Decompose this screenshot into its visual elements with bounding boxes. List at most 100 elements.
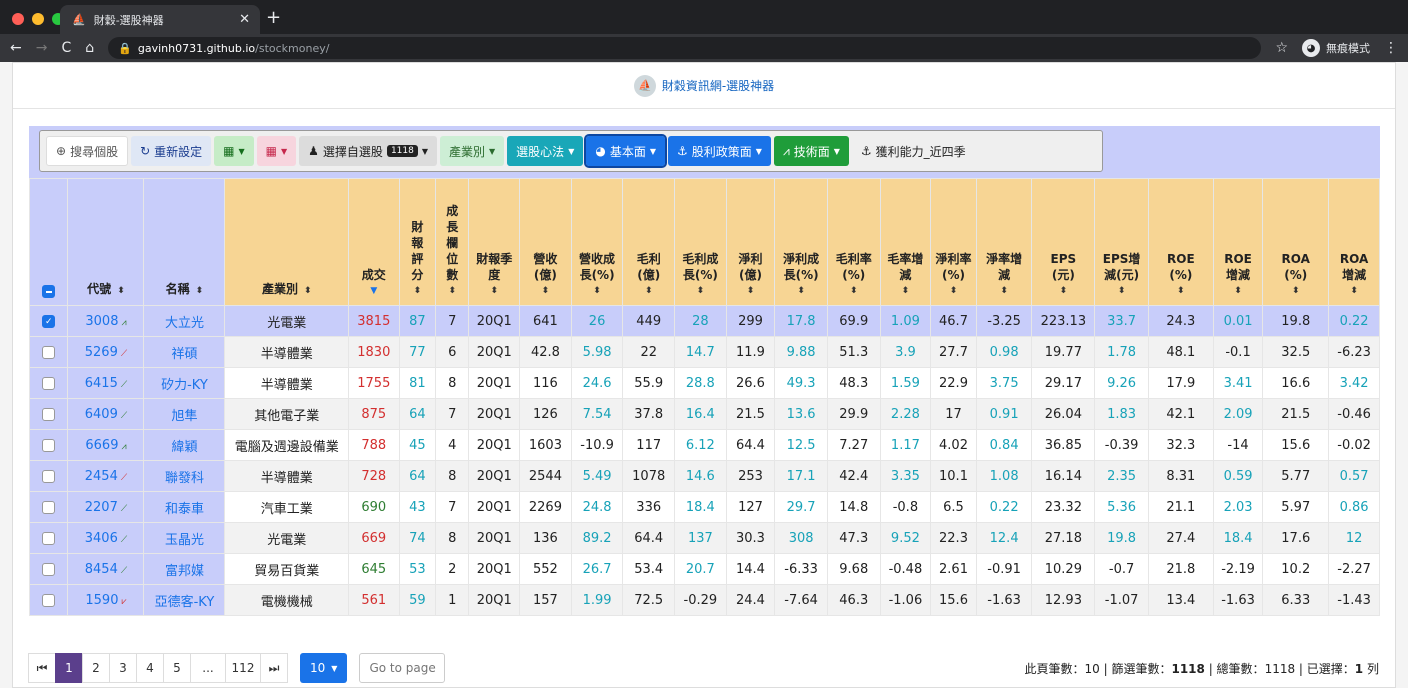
column-header[interactable]: ROA(%) ⬍: [1262, 178, 1330, 306]
table-cell[interactable]: 聯發科: [143, 460, 226, 492]
stock-name-link[interactable]: 聯發科: [165, 471, 204, 486]
stock-code-link[interactable]: 3406: [85, 531, 118, 546]
table-cell[interactable]: 緯穎: [143, 429, 226, 461]
dividend-dropdown[interactable]: ⚓ 股利政策面 ▼: [668, 136, 771, 166]
page-number-button[interactable]: 4: [136, 653, 164, 683]
table-cell[interactable]: 6415 ⟋: [67, 367, 145, 399]
row-checkbox[interactable]: [42, 407, 56, 421]
table-cell[interactable]: 3406 ⟋: [67, 522, 145, 554]
row-checkbox-cell[interactable]: [28, 491, 69, 523]
row-checkbox-cell[interactable]: [28, 522, 69, 554]
table-row[interactable]: 6409 ⟋ 旭隼 其他電子業 875 64 7 20Q1 126 7.54 37.8 16.4 21.…: [28, 398, 1380, 430]
stock-name-link[interactable]: 祥碩: [171, 347, 197, 362]
column-header[interactable]: 成長欄位數 ⬍: [435, 178, 470, 306]
stock-code-link[interactable]: 6669: [85, 438, 118, 453]
table-row[interactable]: 8454 ⟋ 富邦媒 貿易百貨業 645 53 2 20Q1 552 26.7 53.4 20.7 14…: [28, 553, 1380, 585]
row-checkbox-cell[interactable]: [28, 336, 69, 368]
column-header[interactable]: 毛利成長(%) ⬍: [674, 178, 727, 306]
column-header[interactable]: ROE增減 ⬍: [1212, 178, 1264, 306]
table-cell[interactable]: 和泰車: [143, 491, 226, 523]
page-number-button[interactable]: 5: [163, 653, 191, 683]
column-header[interactable]: 毛利率(%) ⬍: [826, 178, 881, 306]
table-row[interactable]: 2454 ⟋ 聯發科 半導體業 728 64 8 20Q1 2544 5.49 1078 14.6 25…: [28, 460, 1380, 492]
row-checkbox-cell[interactable]: [28, 367, 69, 399]
stock-name-link[interactable]: 大立光: [165, 316, 204, 331]
row-checkbox-cell[interactable]: [28, 398, 69, 430]
table-row[interactable]: 5269 ⟋ 祥碩 半導體業 1830 77 6 20Q1 42.8 5.98 22 14.7 11.9…: [28, 336, 1380, 368]
column-header[interactable]: 毛率增減 ⬍: [879, 178, 932, 306]
column-header[interactable]: 產業別 ⬍: [224, 178, 349, 306]
table-cell[interactable]: 5269 ⟋: [67, 336, 145, 368]
table-cell[interactable]: 2454 ⟋: [67, 460, 145, 492]
table-cell[interactable]: 旭隼: [143, 398, 226, 430]
row-checkbox[interactable]: [42, 376, 56, 390]
column-header[interactable]: 名稱 ⬍: [143, 178, 226, 306]
table-cell[interactable]: 富邦媒: [143, 553, 226, 585]
url-field[interactable]: 🔒 gavinh0731.github.io/stockmoney/: [108, 37, 1262, 59]
table-row[interactable]: ✓ 3008 ⩘ 大立光 光電業 3815 87 7 20Q1 641 26 449 28 299 17.8…: [28, 305, 1380, 337]
stock-name-link[interactable]: 和泰車: [165, 502, 204, 517]
column-header[interactable]: 營收(億) ⬍: [519, 178, 572, 306]
search-stock-button[interactable]: ⊕ 搜尋個股: [46, 136, 129, 166]
column-header[interactable]: 代號 ⬍: [67, 178, 145, 306]
column-header[interactable]: 淨率增減 ⬍: [975, 178, 1033, 306]
stock-code-link[interactable]: 6409: [85, 407, 118, 422]
tab-close-icon[interactable]: ✕: [239, 12, 250, 27]
remove-calendar-dropdown[interactable]: ▦ ▼: [256, 136, 297, 166]
stock-code-link[interactable]: 8454: [85, 562, 118, 577]
select-all-checkbox[interactable]: [42, 285, 56, 298]
last-page-button[interactable]: ⏭: [260, 653, 288, 683]
table-cell[interactable]: 亞德客-KY: [143, 584, 226, 616]
table-cell[interactable]: 8454 ⟋: [67, 553, 145, 585]
watchlist-dropdown[interactable]: ♟ 選擇自選股 1118 ▼: [299, 136, 437, 166]
stock-name-link[interactable]: 旭隼: [171, 409, 197, 424]
table-cell[interactable]: 1590 ⩗: [67, 584, 145, 616]
row-checkbox[interactable]: ✓: [42, 314, 56, 328]
table-row[interactable]: 1590 ⩗ 亞德客-KY 電機機械 561 59 1 20Q1 157 1.99 72.5 -0.2…: [28, 584, 1380, 616]
incognito-indicator[interactable]: ◕ 無痕模式: [1302, 39, 1370, 57]
add-calendar-dropdown[interactable]: ▦ ▼: [214, 136, 254, 166]
stock-code-link[interactable]: 5269: [85, 345, 118, 360]
first-page-button[interactable]: ⏮: [28, 653, 56, 683]
table-cell[interactable]: 矽力-KY: [143, 367, 226, 399]
column-header[interactable]: 毛利(億) ⬍: [622, 178, 676, 306]
stock-name-link[interactable]: 矽力-KY: [161, 378, 208, 393]
table-row[interactable]: 3406 ⟋ 玉晶光 光電業 669 74 8 20Q1 136 89.2 64.4 137 30.3 3…: [28, 522, 1380, 554]
menu-kebab-icon[interactable]: ⋮: [1384, 40, 1398, 56]
home-icon[interactable]: ⌂: [85, 40, 94, 56]
page-number-button[interactable]: 2: [82, 653, 110, 683]
row-checkbox[interactable]: [42, 345, 56, 359]
table-cell[interactable]: 3008 ⩘: [67, 305, 145, 337]
table-cell[interactable]: 6409 ⟋: [67, 398, 145, 430]
row-checkbox-cell[interactable]: [28, 460, 69, 492]
stock-name-link[interactable]: 亞德客-KY: [155, 595, 215, 610]
column-header[interactable]: 成交 ▼: [348, 178, 400, 306]
row-checkbox[interactable]: [42, 500, 56, 514]
page-number-button[interactable]: 112: [225, 653, 261, 683]
row-checkbox-cell[interactable]: [28, 429, 69, 461]
column-header[interactable]: 財報評分 ⬍: [398, 178, 437, 306]
stock-name-link[interactable]: 玉晶光: [165, 533, 204, 548]
technical-dropdown[interactable]: ⩘ 技術面 ▼: [773, 136, 849, 166]
column-header[interactable]: ROA增減 ⬍: [1328, 178, 1380, 306]
goto-page-input[interactable]: [359, 653, 446, 683]
column-header[interactable]: EPS增減(元) ⬍: [1094, 178, 1149, 306]
forward-icon[interactable]: →: [36, 40, 48, 56]
stock-name-link[interactable]: 緯穎: [171, 440, 197, 455]
column-header[interactable]: EPS(元) ⬍: [1031, 178, 1096, 306]
column-header[interactable]: 營收成長(%) ⬍: [570, 178, 624, 306]
column-header[interactable]: 淨利成長(%) ⬍: [774, 178, 828, 306]
strategy-dropdown[interactable]: 選股心法 ▼: [507, 136, 584, 166]
brand-title[interactable]: 財穀資訊網-選股神器: [662, 77, 774, 94]
page-number-button[interactable]: 1: [55, 653, 83, 683]
row-checkbox[interactable]: [42, 531, 56, 545]
row-checkbox-cell[interactable]: [28, 584, 69, 616]
browser-tab[interactable]: ⛵ 財穀-選股神器 ✕: [60, 5, 260, 34]
column-header[interactable]: 淨利(億) ⬍: [725, 178, 776, 306]
industry-dropdown[interactable]: 產業別 ▼: [440, 136, 505, 166]
row-checkbox-cell[interactable]: [28, 553, 69, 585]
row-checkbox-cell[interactable]: ✓: [28, 305, 69, 337]
table-cell[interactable]: 大立光: [143, 305, 226, 337]
reset-button[interactable]: ↻ 重新設定: [131, 136, 212, 166]
page-size-dropdown[interactable]: 10 ▼: [300, 653, 348, 683]
